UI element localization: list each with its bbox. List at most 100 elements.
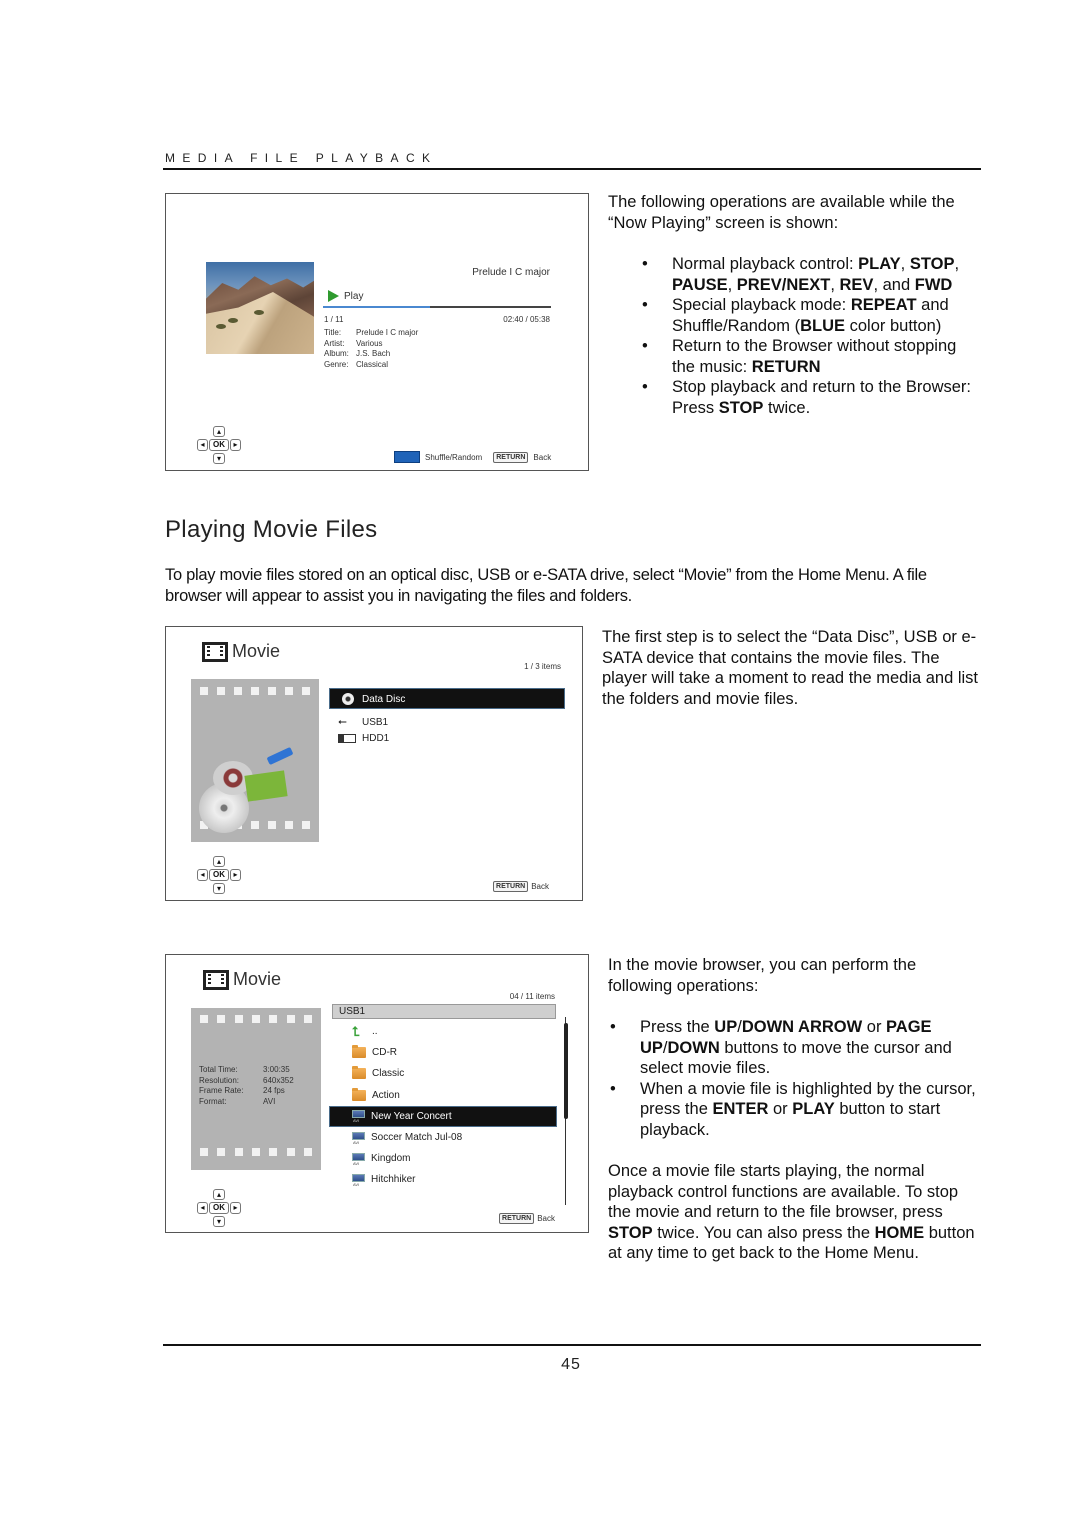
path-bar: USB1: [332, 1004, 556, 1019]
file-label: Hitchhiker: [371, 1174, 416, 1186]
movie-device-screen: Movie 1 / 3 items Data Disc ⭠ USB1 HDD1 …: [165, 626, 583, 901]
bold-keyword: REPEAT: [850, 296, 917, 314]
file-list-item[interactable]: ⮤..: [329, 1021, 557, 1042]
scrollbar-thumb[interactable]: [564, 1023, 568, 1119]
device-label: Data Disc: [362, 694, 406, 705]
movie-info-panel: Total Time: 3:00:35 Resolution: 640x352 Fram…: [191, 1008, 321, 1170]
bold-keyword: PLAY: [858, 255, 901, 273]
meta-value: J.S. Bach: [356, 349, 391, 358]
bold-keyword: RETURN: [751, 357, 821, 376]
play-status-label: Play: [344, 290, 364, 302]
usb-icon: ⭠: [338, 716, 347, 728]
back-hint-label: Back: [533, 452, 552, 462]
device-list-item[interactable]: ⭠ USB1: [338, 716, 388, 729]
meta-label: Title:: [324, 328, 342, 337]
back-hint-label: Back: [531, 882, 549, 891]
meta-label: Genre:: [324, 359, 349, 369]
back-hint: RETURN Back: [493, 881, 549, 892]
device-label: HDD1: [362, 733, 390, 744]
info-value: 640x352: [263, 1075, 294, 1085]
page-number: 45: [561, 1356, 581, 1373]
now-playing-intro: The following operations are available w…: [608, 193, 955, 232]
track-time: 02:40 / 05:38: [503, 315, 550, 324]
file-list-item[interactable]: CD-R: [329, 1042, 557, 1063]
folder-icon: [352, 1045, 366, 1059]
meta-label: Artist:: [324, 338, 345, 348]
info-label: Resolution:: [199, 1075, 240, 1085]
movie-device-description: The first step is to select the “Data Di…: [602, 628, 979, 708]
meta-row-title: Title: Prelude I C major: [324, 328, 418, 339]
bold-keyword: REV: [839, 275, 874, 294]
movie-browser-intro: In the movie browser, you can perform th…: [608, 956, 917, 995]
play-icon: [328, 290, 339, 302]
bold-keyword: PAUSE: [672, 275, 728, 294]
bullet-item: Return to the Browser without stopping t…: [608, 336, 978, 377]
clapper-artwork: [244, 770, 288, 802]
hdd-icon: [338, 734, 356, 743]
info-label: Format:: [199, 1096, 227, 1106]
bold-keyword: HOME: [874, 1223, 925, 1242]
file-list-item[interactable]: Classic: [329, 1063, 557, 1084]
screen-title: Movie: [202, 641, 280, 662]
left-arrow-icon: ◂: [197, 869, 208, 881]
file-list-item-selected[interactable]: AVI New Year Concert: [329, 1105, 557, 1127]
blue-button-icon: [394, 451, 420, 463]
bold-keyword: PREV/NEXT: [736, 275, 831, 294]
screen-title-label: Movie: [233, 969, 282, 989]
left-arrow-icon: ◂: [197, 439, 208, 451]
back-hint: RETURN Back: [499, 1213, 555, 1224]
meta-value: Prelude I C major: [356, 328, 419, 337]
file-label: Classic: [372, 1068, 405, 1080]
file-label: ..: [372, 1026, 378, 1038]
album-art-image: [206, 262, 314, 354]
file-list-item[interactable]: AVI Hitchhiker: [329, 1169, 557, 1190]
section-intro: To play movie files stored on an optical…: [165, 566, 927, 605]
dpad-hint: ▴ ◂ OK ▸ ▾: [197, 426, 243, 470]
movie-artwork-panel: [191, 679, 319, 842]
screen-title: Movie: [203, 969, 281, 990]
movie-browser-outro: Once a movie file starts playing, the no…: [608, 1162, 975, 1262]
video-file-icon: AVI: [352, 1173, 365, 1187]
video-file-icon: AVI: [352, 1131, 365, 1145]
file-label: CD-R: [372, 1047, 397, 1059]
info-value: 24 fps: [263, 1086, 285, 1095]
file-list-item[interactable]: Action: [329, 1085, 557, 1106]
footer-rule: [163, 1344, 981, 1346]
return-key-icon: RETURN: [493, 451, 529, 463]
track-name: Prelude I C major: [472, 267, 550, 278]
item-count: 1 / 3 items: [524, 662, 561, 671]
meta-value: Various: [356, 338, 383, 348]
meta-row-album: Album: J.S. Bach: [324, 349, 418, 360]
up-arrow-icon: ▴: [213, 426, 225, 437]
header-rule: [163, 168, 981, 170]
bold-keyword: PLAY: [792, 1100, 835, 1118]
dpad-hint: ▴ ◂ OK ▸ ▾: [197, 1189, 243, 1233]
info-value: AVI: [263, 1096, 276, 1106]
progress-bar[interactable]: [323, 306, 551, 308]
down-arrow-icon: ▾: [213, 1216, 225, 1227]
item-count: 04 / 11 items: [509, 992, 555, 1001]
track-index: 1 / 11: [324, 315, 344, 324]
device-list-item-selected[interactable]: Data Disc: [329, 688, 565, 709]
info-label: Frame Rate:: [199, 1086, 244, 1095]
shuffle-hint-label: Shuffle/Random: [425, 452, 483, 462]
meta-label: Album:: [324, 349, 349, 358]
ok-key-icon: OK: [209, 869, 229, 881]
disc-icon: [342, 693, 354, 705]
bold-keyword: STOP: [718, 398, 764, 417]
info-value: 3:00:35: [263, 1065, 290, 1074]
file-list-item[interactable]: AVI Kingdom: [329, 1148, 557, 1169]
play-status: Play: [328, 290, 363, 302]
file-list: ⮤.. CD-R Classic Action AVI New Year Concert A…: [329, 1021, 557, 1191]
file-list-item[interactable]: AVI Soccer Match Jul-08: [329, 1127, 557, 1148]
back-hint-label: Back: [537, 1214, 555, 1223]
file-label: New Year Concert: [371, 1110, 452, 1122]
progress-fill: [323, 306, 431, 308]
screen-title-label: Movie: [232, 641, 281, 661]
device-list-item[interactable]: HDD1: [338, 733, 389, 744]
right-arrow-icon: ▸: [230, 869, 241, 881]
movie-info-list: Total Time: 3:00:35 Resolution: 640x352 Fram…: [199, 1065, 294, 1107]
bold-keyword: STOP: [608, 1223, 653, 1242]
meta-value: Classical: [356, 359, 389, 369]
device-label: USB1: [362, 717, 389, 728]
